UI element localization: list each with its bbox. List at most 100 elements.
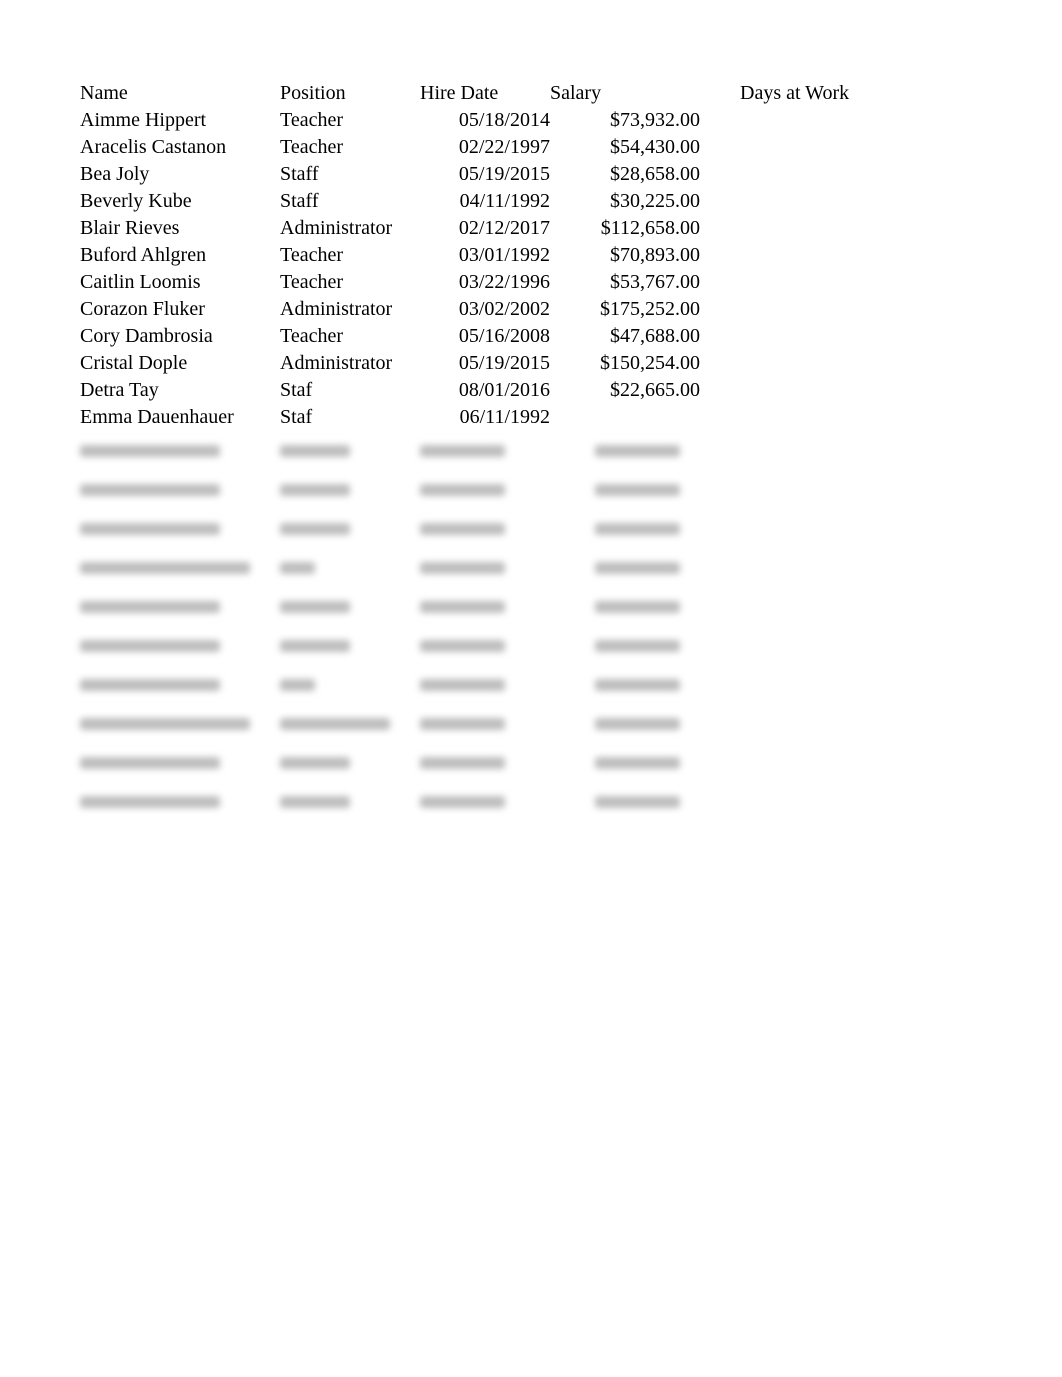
obscured-text [280, 743, 420, 782]
obscured-text [700, 743, 860, 782]
obscured-text [700, 470, 860, 509]
table-row-obscured [80, 509, 860, 548]
cell-name: Bea Joly [80, 161, 280, 188]
obscured-text [80, 431, 280, 470]
obscured-text [80, 665, 280, 704]
table-row-obscured [80, 743, 860, 782]
cell-days [700, 188, 860, 215]
cell-days [700, 377, 860, 404]
obscured-text [550, 743, 700, 782]
col-header-days: Days at Work [700, 80, 860, 107]
cell-hire-date: 03/01/1992 [420, 242, 550, 269]
cell-hire-date: 06/11/1992 [420, 404, 550, 431]
obscured-text [550, 431, 700, 470]
obscured-text [550, 665, 700, 704]
obscured-text [550, 782, 700, 821]
cell-name: Detra Tay [80, 377, 280, 404]
cell-name: Corazon Fluker [80, 296, 280, 323]
table-row: Buford Ahlgren Teacher 03/01/1992 $70,89… [80, 242, 860, 269]
cell-salary: $73,932.00 [550, 107, 700, 134]
cell-hire-date: 05/18/2014 [420, 107, 550, 134]
table-row: Aimme Hippert Teacher 05/18/2014 $73,932… [80, 107, 860, 134]
obscured-text [700, 509, 860, 548]
cell-hire-date: 03/22/1996 [420, 269, 550, 296]
obscured-text [280, 587, 420, 626]
cell-hire-date: 05/16/2008 [420, 323, 550, 350]
obscured-text [80, 782, 280, 821]
cell-position: Teacher [280, 107, 420, 134]
cell-days [700, 161, 860, 188]
obscured-text [550, 509, 700, 548]
col-header-name: Name [80, 80, 280, 107]
cell-salary: $22,665.00 [550, 377, 700, 404]
obscured-text [420, 782, 550, 821]
table-row: Blair Rieves Administrator 02/12/2017 $1… [80, 215, 860, 242]
cell-days [700, 215, 860, 242]
table-row: Cory Dambrosia Teacher 05/16/2008 $47,68… [80, 323, 860, 350]
cell-hire-date: 05/19/2015 [420, 161, 550, 188]
obscured-text [280, 704, 420, 743]
obscured-text [80, 626, 280, 665]
table-header-row: Name Position Hire Date Salary Days at W… [80, 80, 860, 107]
obscured-text [420, 509, 550, 548]
obscured-text [700, 782, 860, 821]
cell-salary: $54,430.00 [550, 134, 700, 161]
obscured-text [80, 548, 280, 587]
obscured-text [550, 587, 700, 626]
obscured-text [700, 431, 860, 470]
cell-salary: $53,767.00 [550, 269, 700, 296]
table-row: Emma Dauenhauer Staf 06/11/1992 [80, 404, 860, 431]
cell-salary: $175,252.00 [550, 296, 700, 323]
cell-salary [550, 404, 700, 431]
table-row: Corazon Fluker Administrator 03/02/2002 … [80, 296, 860, 323]
obscured-text [420, 548, 550, 587]
cell-days [700, 134, 860, 161]
table-row-obscured [80, 782, 860, 821]
cell-days [700, 269, 860, 296]
obscured-text [550, 470, 700, 509]
cell-name: Emma Dauenhauer [80, 404, 280, 431]
obscured-text [420, 704, 550, 743]
table-row-obscured [80, 704, 860, 743]
cell-days [700, 323, 860, 350]
table-row: Detra Tay Staf 08/01/2016 $22,665.00 [80, 377, 860, 404]
cell-position: Staff [280, 188, 420, 215]
cell-hire-date: 02/12/2017 [420, 215, 550, 242]
obscured-text [280, 470, 420, 509]
obscured-text [280, 548, 420, 587]
obscured-text [420, 626, 550, 665]
table-row: Aracelis Castanon Teacher 02/22/1997 $54… [80, 134, 860, 161]
col-header-position: Position [280, 80, 420, 107]
obscured-text [280, 626, 420, 665]
obscured-text [80, 743, 280, 782]
cell-position: Teacher [280, 134, 420, 161]
cell-days [700, 242, 860, 269]
cell-position: Staff [280, 161, 420, 188]
cell-name: Aracelis Castanon [80, 134, 280, 161]
cell-name: Beverly Kube [80, 188, 280, 215]
obscured-text [80, 509, 280, 548]
cell-name: Buford Ahlgren [80, 242, 280, 269]
cell-salary: $150,254.00 [550, 350, 700, 377]
cell-position: Staf [280, 404, 420, 431]
cell-position: Staf [280, 377, 420, 404]
table-row: Bea Joly Staff 05/19/2015 $28,658.00 [80, 161, 860, 188]
cell-days [700, 296, 860, 323]
cell-name: Caitlin Loomis [80, 269, 280, 296]
obscured-text [280, 431, 420, 470]
cell-position: Administrator [280, 296, 420, 323]
cell-days [700, 107, 860, 134]
table-row-obscured [80, 587, 860, 626]
cell-salary: $30,225.00 [550, 188, 700, 215]
cell-hire-date: 08/01/2016 [420, 377, 550, 404]
table-row-obscured [80, 470, 860, 509]
cell-position: Teacher [280, 242, 420, 269]
cell-hire-date: 04/11/1992 [420, 188, 550, 215]
obscured-text [420, 587, 550, 626]
table-row: Beverly Kube Staff 04/11/1992 $30,225.00 [80, 188, 860, 215]
cell-salary: $47,688.00 [550, 323, 700, 350]
employee-table: Name Position Hire Date Salary Days at W… [80, 80, 860, 821]
cell-salary: $112,658.00 [550, 215, 700, 242]
obscured-text [550, 548, 700, 587]
col-header-salary: Salary [550, 80, 700, 107]
